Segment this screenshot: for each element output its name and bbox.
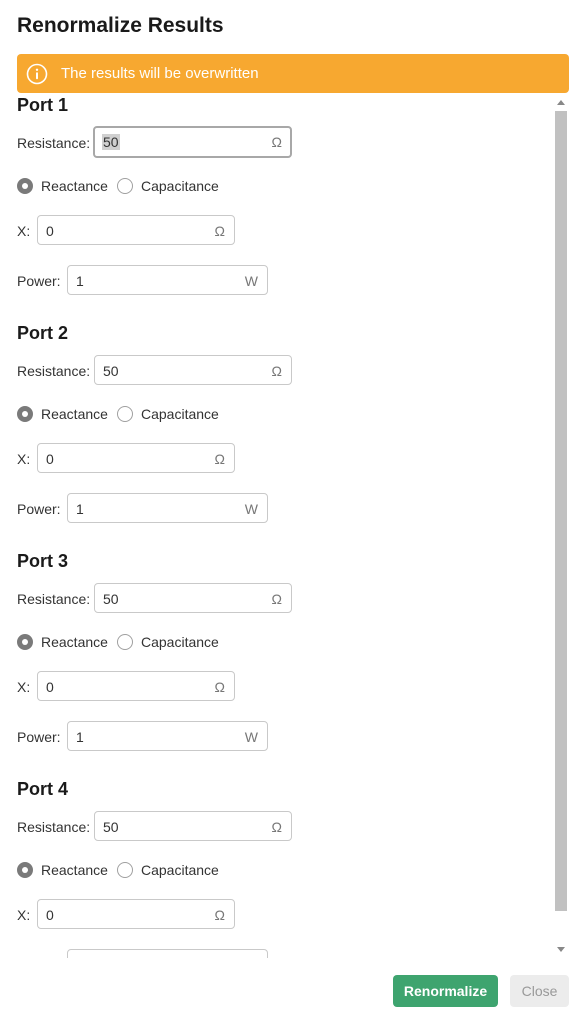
reactance-label: Reactance [41, 178, 108, 194]
reactance-label: Reactance [41, 634, 108, 650]
reactance-radio[interactable]: Reactance [17, 178, 108, 194]
resistance-input[interactable]: 50 Ω [94, 583, 292, 613]
power-input[interactable] [67, 949, 268, 958]
resistance-label: Resistance: [17, 819, 91, 835]
watt-unit: W [244, 729, 258, 745]
resistance-value: 50 [103, 591, 119, 607]
resistance-label: Resistance: [17, 591, 91, 607]
radio-selected-icon [17, 406, 33, 422]
x-value: 0 [46, 451, 54, 467]
reactance-label: Reactance [41, 406, 108, 422]
radio-unselected-icon [117, 406, 133, 422]
power-value: 1 [76, 273, 84, 289]
port-title: Port 1 [17, 95, 69, 115]
info-circle-icon [26, 63, 48, 85]
close-button[interactable]: Close [510, 975, 569, 1007]
radio-selected-icon [17, 178, 33, 194]
capacitance-label: Capacitance [141, 178, 219, 194]
radio-unselected-icon [117, 862, 133, 878]
ohm-unit: Ω [271, 363, 282, 379]
capacitance-label: Capacitance [141, 862, 219, 878]
reactance-radio[interactable]: Reactance [17, 634, 108, 650]
port-title: Port 3 [17, 551, 69, 571]
vertical-scrollbar[interactable] [553, 94, 569, 958]
renormalize-button[interactable]: Renormalize [393, 975, 498, 1007]
port-title: Port 2 [17, 323, 69, 343]
reactance-label: Reactance [41, 862, 108, 878]
capacitance-radio[interactable]: Capacitance [117, 178, 219, 194]
power-value: 1 [76, 729, 84, 745]
resistance-input[interactable]: 50 Ω [94, 811, 292, 841]
power-label: Power: [17, 729, 61, 745]
ohm-unit: Ω [214, 223, 225, 239]
ohm-unit: Ω [214, 907, 225, 923]
resistance-value: 50 [102, 134, 120, 150]
reactance-radio[interactable]: Reactance [17, 406, 108, 422]
resistance-input[interactable]: 50 Ω [94, 355, 292, 385]
x-input[interactable]: 0 Ω [37, 899, 235, 929]
x-input[interactable]: 0 Ω [37, 443, 235, 473]
triangle-down-icon[interactable] [557, 947, 565, 952]
power-label: Power: [17, 501, 61, 517]
radio-selected-icon [17, 634, 33, 650]
radio-selected-icon [17, 862, 33, 878]
radio-unselected-icon [117, 178, 133, 194]
watt-unit: W [244, 273, 258, 289]
resistance-value: 50 [103, 819, 119, 835]
x-value: 0 [46, 679, 54, 695]
power-input[interactable]: 1 W [67, 721, 268, 751]
ports-scroll-area[interactable]: Port 1 Resistance: 50 Ω Reactance Capaci… [0, 94, 584, 958]
warning-banner: The results will be overwritten [17, 54, 569, 93]
capacitance-radio[interactable]: Capacitance [117, 634, 219, 650]
x-label: X: [17, 451, 31, 467]
power-input[interactable]: 1 W [67, 265, 268, 295]
x-label: X: [17, 223, 31, 239]
ohm-unit: Ω [271, 591, 282, 607]
ohm-unit: Ω [271, 134, 282, 150]
radio-unselected-icon [117, 634, 133, 650]
capacitance-label: Capacitance [141, 634, 219, 650]
x-value: 0 [46, 223, 54, 239]
dialog-title: Renormalize Results [17, 14, 224, 37]
watt-unit: W [244, 501, 258, 517]
reactance-radio[interactable]: Reactance [17, 862, 108, 878]
warning-text: The results will be overwritten [61, 65, 259, 82]
x-label: X: [17, 679, 31, 695]
ohm-unit: Ω [214, 451, 225, 467]
power-value: 1 [76, 501, 84, 517]
resistance-label: Resistance: [17, 135, 91, 151]
power-input[interactable]: 1 W [67, 493, 268, 523]
capacitance-radio[interactable]: Capacitance [117, 406, 219, 422]
x-label: X: [17, 907, 31, 923]
triangle-up-icon[interactable] [557, 100, 565, 105]
ohm-unit: Ω [271, 819, 282, 835]
power-label: Power: [17, 273, 61, 289]
capacitance-label: Capacitance [141, 406, 219, 422]
x-input[interactable]: 0 Ω [37, 215, 235, 245]
resistance-value: 50 [103, 363, 119, 379]
resistance-input[interactable]: 50 Ω [93, 126, 292, 158]
port-title: Port 4 [17, 779, 69, 799]
scrollbar-thumb[interactable] [555, 111, 567, 911]
x-value: 0 [46, 907, 54, 923]
resistance-label: Resistance: [17, 363, 91, 379]
capacitance-radio[interactable]: Capacitance [117, 862, 219, 878]
x-input[interactable]: 0 Ω [37, 671, 235, 701]
ohm-unit: Ω [214, 679, 225, 695]
